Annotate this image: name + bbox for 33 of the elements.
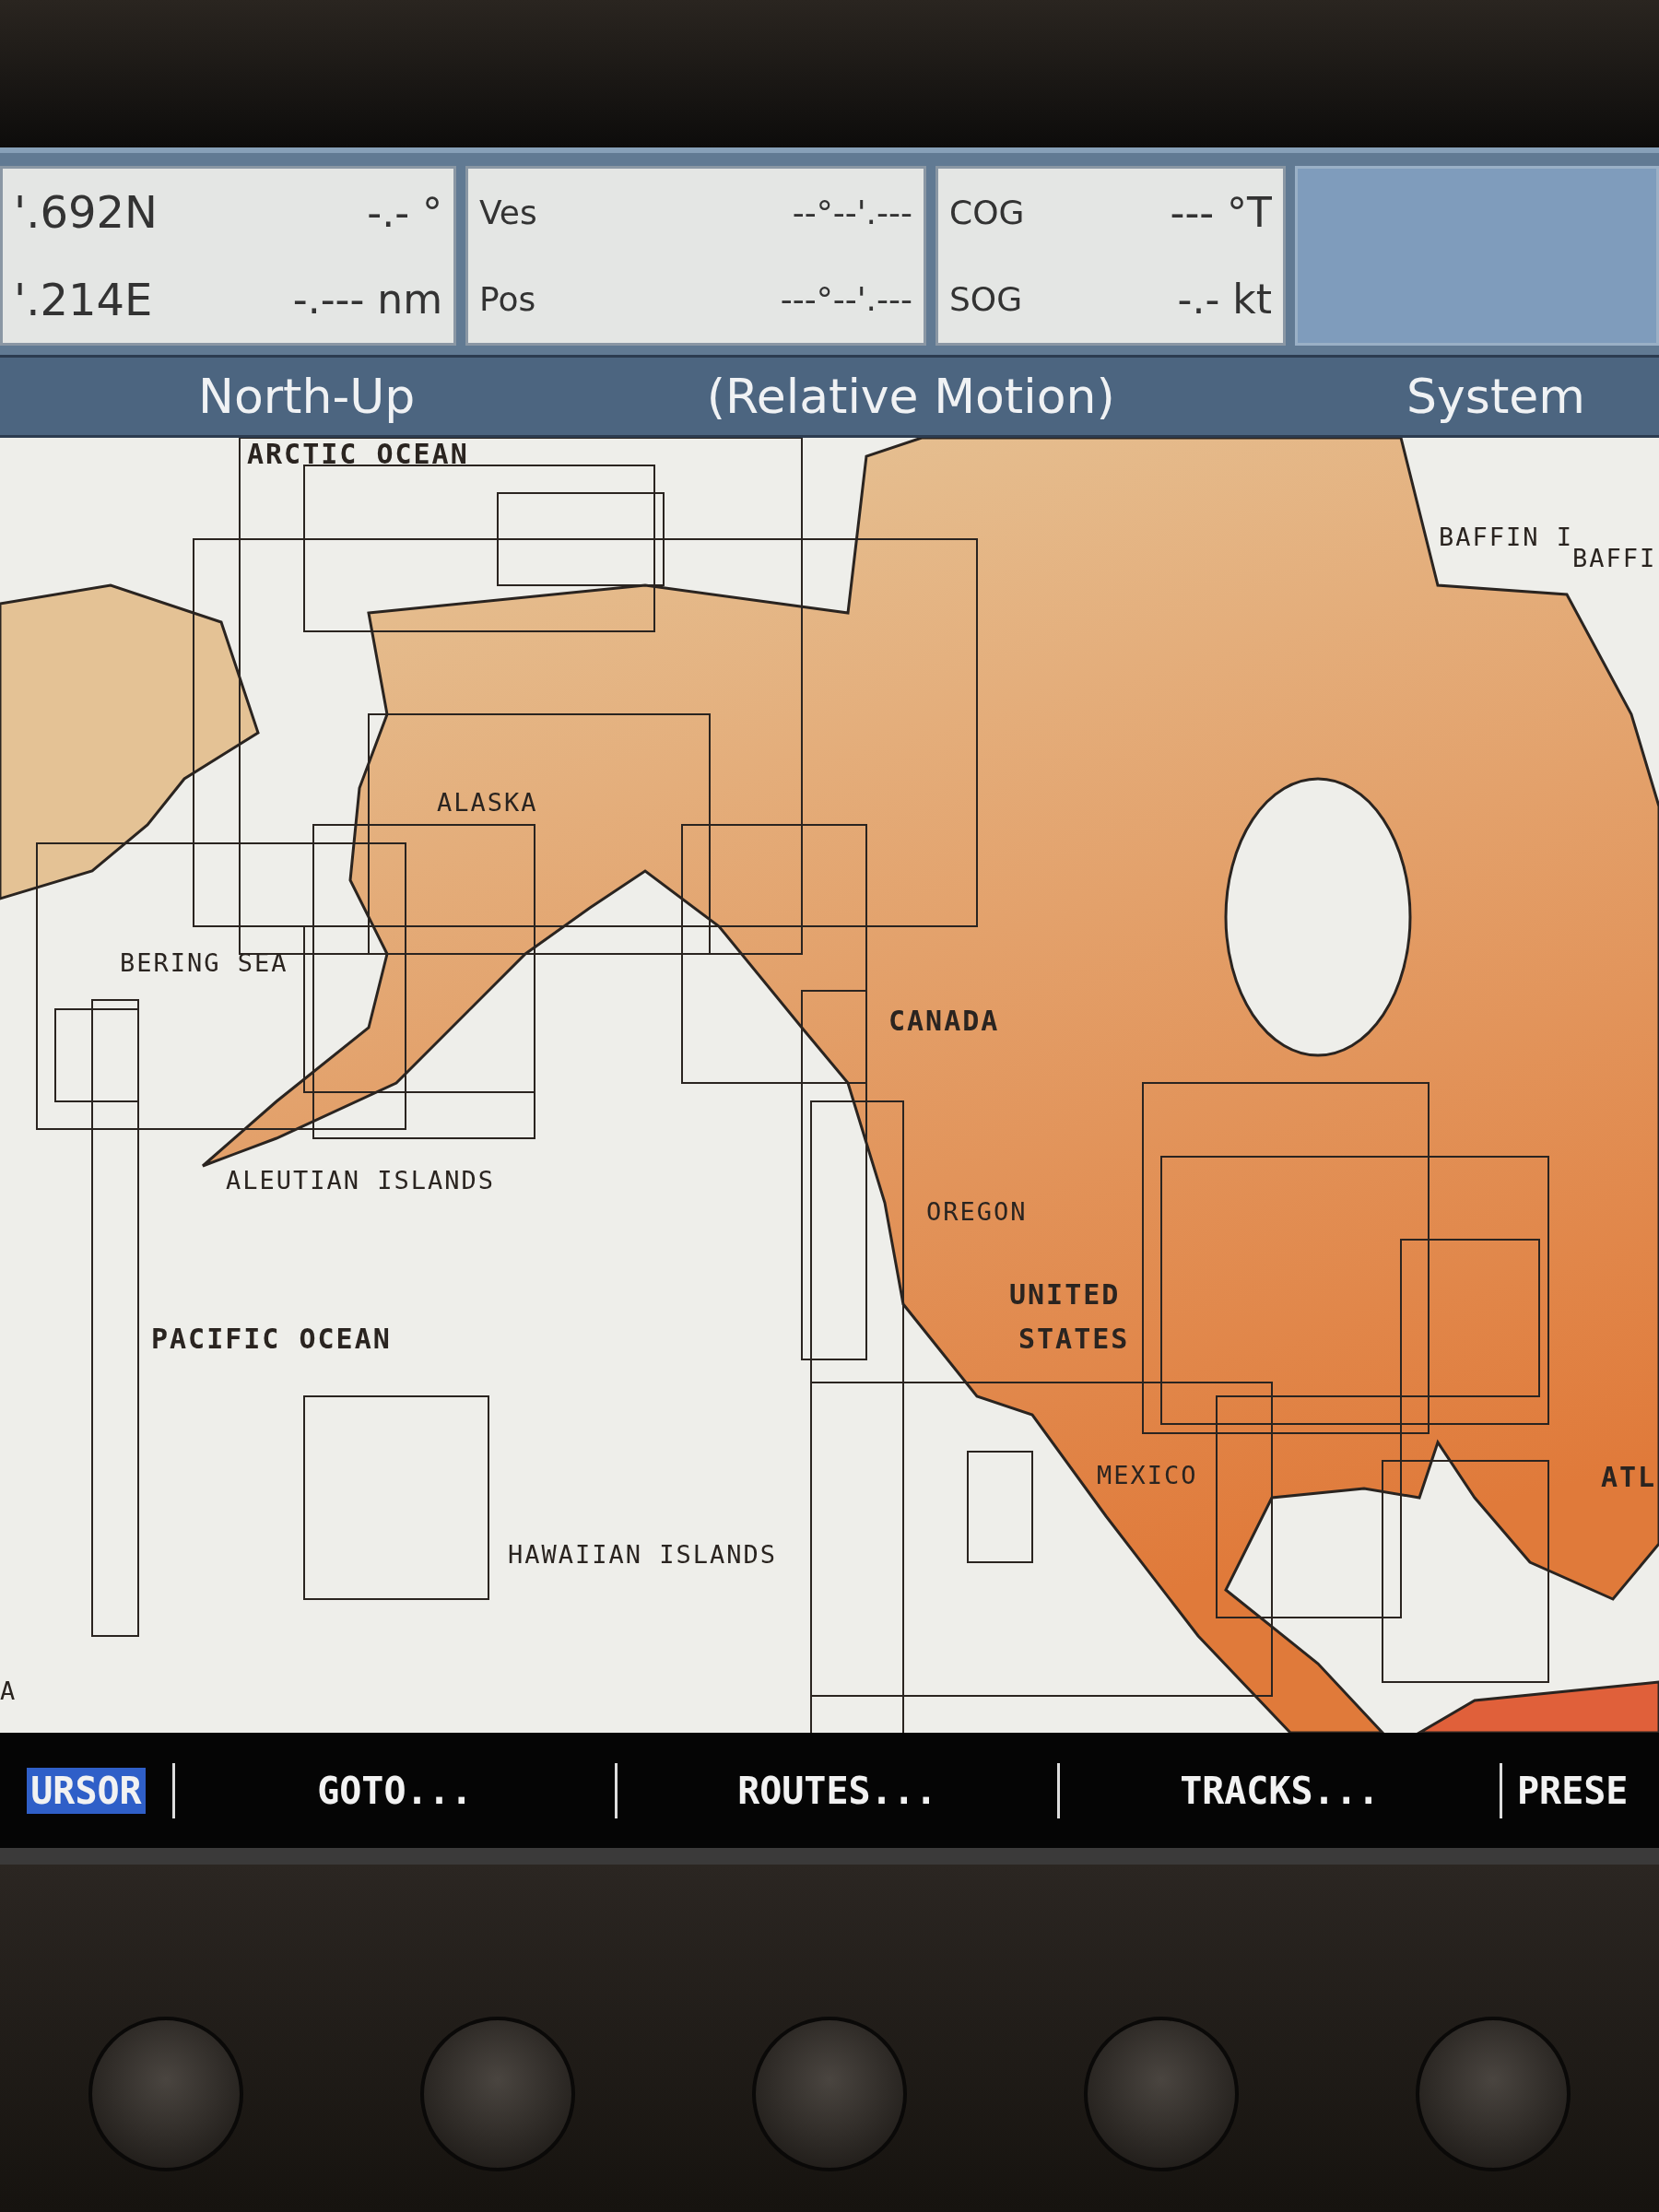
map-label: ARCTIC OCEAN: [247, 438, 469, 470]
map-label: CANADA: [888, 1005, 1000, 1037]
motion-mode: (Relative Motion): [706, 369, 1115, 424]
map-label: PACIFIC OCEAN: [151, 1323, 392, 1355]
map-label: HAWAIIAN ISLANDS: [508, 1540, 778, 1569]
softkey[interactable]: ROUTES...: [618, 1762, 1060, 1818]
softkey[interactable]: PRESE: [1502, 1762, 1659, 1818]
softkey[interactable]: GOTO...: [175, 1762, 618, 1818]
map-label: BAFFIN I: [1439, 523, 1574, 551]
field-label: '.692N: [14, 186, 158, 239]
map-label: ALEUTIAN ISLANDS: [226, 1166, 496, 1194]
field-label: Pos: [479, 280, 536, 319]
field-label: Ves: [479, 193, 537, 231]
map-label: BAFFI: [1572, 544, 1657, 572]
map-label: UNITED: [1009, 1278, 1121, 1311]
map-label: ALASKA: [437, 788, 538, 817]
position-source: System: [1406, 369, 1585, 424]
field-value: ---°--'.---: [780, 280, 912, 319]
orientation-mode: North-Up: [198, 369, 416, 424]
softkey[interactable]: TRACKS...: [1060, 1762, 1502, 1818]
field-label: '.214E: [14, 273, 153, 325]
map-label: STATES: [1018, 1323, 1130, 1355]
field-label: SOG: [949, 280, 1023, 319]
map-label: ATL: [1601, 1461, 1657, 1493]
field-label: COG: [949, 193, 1025, 231]
map-label: MEXICO: [1097, 1461, 1198, 1489]
field-value: --°--'.---: [792, 193, 912, 231]
field-value: -.- °: [367, 188, 442, 236]
map-label: A: [0, 1677, 18, 1705]
field-value: -.--- nm: [292, 276, 442, 324]
field-value: --- °T: [1170, 188, 1272, 236]
field-value: -.- kt: [1177, 276, 1272, 324]
map-label: OREGON: [926, 1197, 1028, 1226]
